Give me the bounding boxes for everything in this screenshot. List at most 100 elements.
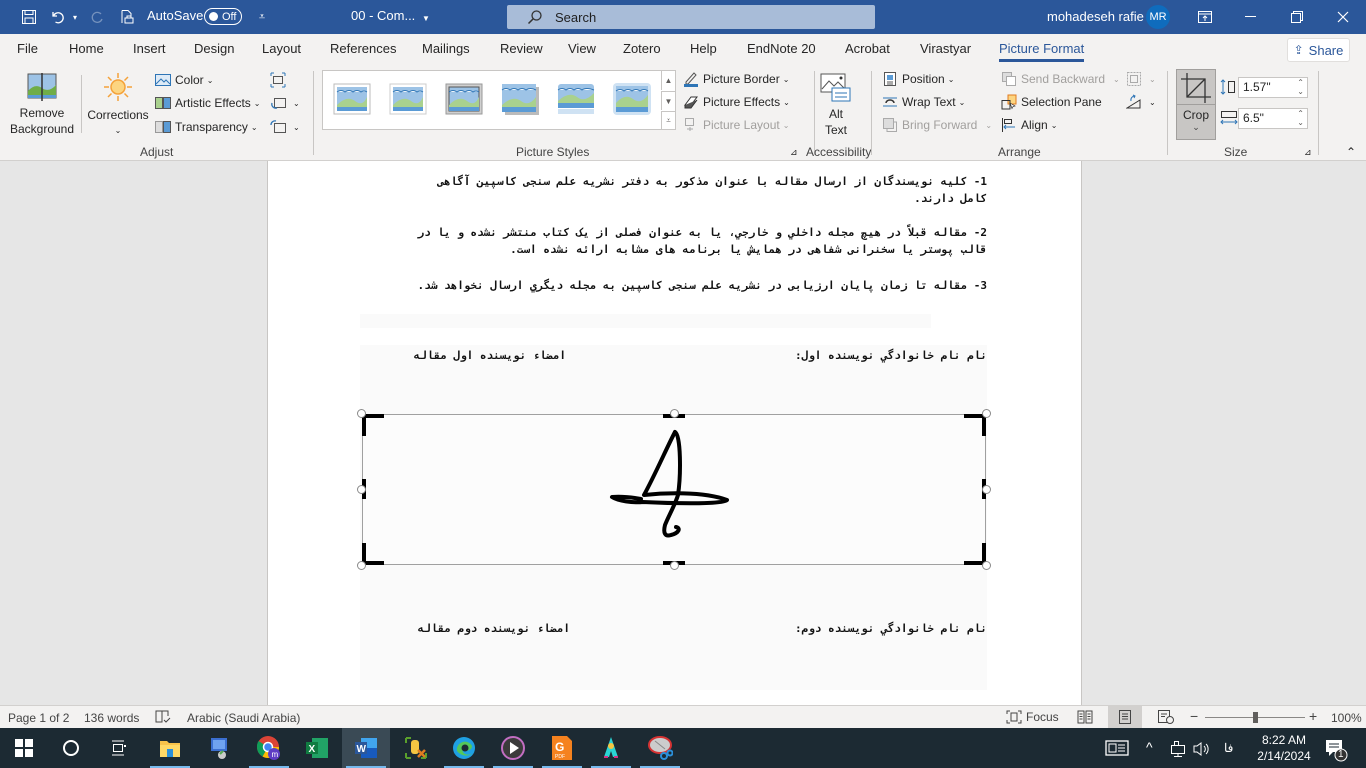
share-button[interactable]: ⇪ Share [1287,38,1350,62]
tab-endnote[interactable]: EndNote 20 [747,41,816,56]
taskbar-app-tool[interactable] [392,728,440,768]
height-spinner[interactable]: ⌃ ⌄ [1297,78,1304,96]
reset-picture-button[interactable]: ⌄ [270,119,300,135]
picture-layout-button[interactable]: Picture Layout ⌄ [683,117,789,133]
paragraph-3[interactable]: 3- مقاله تا زمان پایان ارزیابی در نشریه … [360,277,987,294]
corrections-button[interactable]: Corrections ⌄ [86,71,150,139]
taskbar-remote-desktop[interactable] [196,728,244,768]
signature-image[interactable] [362,414,986,565]
page-count[interactable]: Page 1 of 2 [8,711,69,725]
resize-handle-bottom[interactable] [670,561,679,570]
taskbar-file-explorer[interactable] [146,728,194,768]
gallery-scroll-down[interactable]: ▼ [661,91,675,110]
print-preview-icon[interactable] [118,8,136,26]
volume-icon[interactable] [1193,741,1211,757]
artistic-effects-button[interactable]: Artistic Effects ⌄ [155,95,261,111]
avatar[interactable]: MR [1146,5,1170,29]
search-box[interactable]: Search [507,5,875,29]
proofing-icon[interactable] [155,710,171,724]
input-language[interactable]: فا [1224,741,1233,755]
news-widget-icon[interactable] [1105,740,1129,756]
tab-help[interactable]: Help [690,41,717,56]
gallery-scroll-up[interactable]: ▲ [661,71,675,90]
user-name[interactable]: mohadeseh rafie [1047,9,1144,24]
tab-virastyar[interactable]: Virastyar [920,41,971,56]
remove-background-button[interactable]: Remove Background [6,73,78,137]
title-dropdown-icon[interactable]: ▼ [421,9,431,27]
tab-references[interactable]: References [330,41,396,56]
size-launcher-icon[interactable]: ⊿ [1304,147,1312,158]
cortana-button[interactable] [47,728,95,768]
redo-icon[interactable] [88,8,106,26]
picture-border-button[interactable]: Picture Border ⌄ [683,71,789,87]
print-layout-button[interactable] [1108,706,1142,728]
network-icon[interactable] [1168,741,1186,757]
crop-button[interactable]: Crop ⌄ [1176,69,1216,140]
collapse-ribbon-icon[interactable]: ⌃ [1346,145,1356,159]
autosave-toggle[interactable]: Off [204,8,242,25]
clock[interactable]: 8:22 AM 2/14/2024 [1254,732,1314,764]
show-hidden-icons[interactable]: ^ [1146,739,1153,755]
ribbon-display-icon[interactable] [1182,0,1228,34]
taskbar-word[interactable]: W [342,728,390,768]
picture-style-5[interactable] [557,83,595,115]
taskbar-excel[interactable]: X [293,728,341,768]
paragraph-2[interactable]: 2- مقاله قبلاً در هیچ مجله داخلي و خارجي… [360,224,987,258]
position-button[interactable]: Position ⌄ [882,71,954,87]
rotate-button[interactable]: ⌄ [1126,94,1156,110]
close-icon[interactable] [1320,0,1366,34]
picture-style-4[interactable] [501,83,539,115]
tab-layout[interactable]: Layout [262,41,301,56]
tab-zotero[interactable]: Zotero [623,41,661,56]
picture-styles-launcher-icon[interactable]: ⊿ [790,147,798,158]
alt-text-button[interactable]: Alt Text [816,73,856,138]
selection-pane-button[interactable]: Selection Pane [1001,94,1102,110]
compress-pictures-button[interactable] [270,72,290,88]
tab-acrobat[interactable]: Acrobat [845,41,890,56]
tab-insert[interactable]: Insert [133,41,166,56]
picture-style-3[interactable] [445,83,483,115]
tab-file[interactable]: File [17,41,38,56]
word-count[interactable]: 136 words [84,711,139,725]
shape-width-input[interactable]: 6.5" ⌃ ⌄ [1238,108,1308,129]
bring-forward-button[interactable]: Bring Forward ⌄ [882,117,992,133]
notification-center-button[interactable]: 1 [1324,738,1348,762]
undo-icon[interactable] [49,8,67,26]
undo-dropdown-icon[interactable]: ▾ [70,8,80,26]
picture-style-2[interactable] [389,83,427,115]
tab-home[interactable]: Home [69,41,104,56]
group-button[interactable]: ⌄ [1126,71,1156,87]
tab-mailings[interactable]: Mailings [422,41,470,56]
tab-view[interactable]: View [568,41,596,56]
send-backward-button[interactable]: Send Backward ⌄ [1001,71,1120,87]
resize-handle-left[interactable] [357,485,366,494]
picture-style-1[interactable] [333,83,371,115]
restore-icon[interactable] [1274,0,1320,34]
document-title[interactable]: 00 - Com... [351,8,415,23]
wrap-text-button[interactable]: Wrap Text ⌄ [882,94,965,110]
taskbar-chrome[interactable]: m [245,728,293,768]
resize-handle-top[interactable] [670,409,679,418]
width-spinner[interactable]: ⌃ ⌄ [1297,109,1304,127]
paragraph-1[interactable]: 1- کلیه نویسندگان از ارسال مقاله با عنوا… [360,173,987,207]
save-icon[interactable] [20,8,38,26]
tab-review[interactable]: Review [500,41,543,56]
transparency-button[interactable]: Transparency ⌄ [155,119,258,135]
gallery-more-icon[interactable]: ⩡ [661,111,675,130]
minimize-icon[interactable] [1228,0,1274,34]
color-button[interactable]: Color ⌄ [155,72,213,88]
picture-style-6[interactable] [613,83,651,115]
resize-handle-top-left[interactable] [357,409,366,418]
task-view-button[interactable] [95,728,143,768]
zoom-out-button[interactable]: − [1190,708,1198,724]
resize-handle-right[interactable] [982,485,991,494]
web-layout-icon[interactable] [1158,710,1174,724]
taskbar-edge[interactable] [440,728,488,768]
start-button[interactable] [0,728,48,768]
align-button[interactable]: Align ⌄ [1001,117,1057,133]
customize-qat-icon[interactable]: ⩡ [256,8,268,26]
resize-handle-bottom-left[interactable] [357,561,366,570]
tab-design[interactable]: Design [194,41,234,56]
taskbar-snipping-tool[interactable] [636,728,684,768]
resize-handle-bottom-right[interactable] [982,561,991,570]
